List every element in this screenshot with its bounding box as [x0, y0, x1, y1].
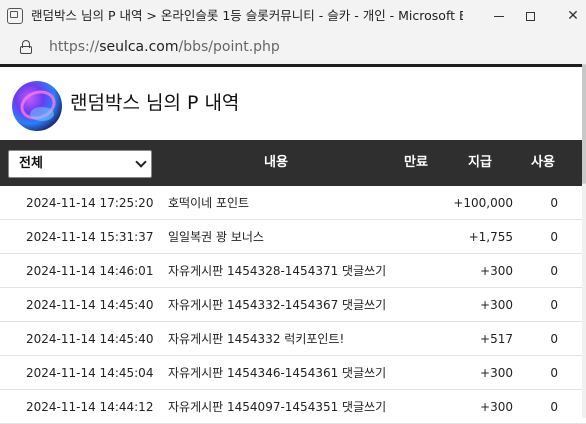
- window-titlebar: 랜덤박스 님의 P 내역 > 온라인슬롯 1등 슬롯커뮤니티 - 슬카 - 개인…: [0, 0, 586, 32]
- maximize-icon: [525, 11, 535, 21]
- lock-icon[interactable]: [20, 40, 32, 54]
- column-header-content: 내용: [264, 155, 288, 170]
- table-row: 2024-11-14 14:44:12 자유게시판 1454097-145435…: [0, 390, 586, 424]
- row-used: 0: [550, 196, 558, 210]
- row-paid: +300: [480, 264, 513, 278]
- row-description: 자유게시판 1454328-1454371 댓글쓰기: [168, 264, 387, 278]
- table-row: 2024-11-14 17:25:20 호떡이네 포인트 +100,000 0: [0, 186, 586, 220]
- row-used: 0: [550, 298, 558, 312]
- maximize-button[interactable]: [507, 0, 553, 32]
- column-header-paid: 지급: [468, 155, 492, 170]
- row-date: 2024-11-14 14:44:12: [26, 400, 154, 414]
- url-host: seulca.com: [99, 39, 179, 55]
- row-used: 0: [550, 400, 558, 414]
- table-row: 2024-11-14 14:46:01 자유게시판 1454328-145437…: [0, 254, 586, 288]
- app-icon: [7, 8, 23, 24]
- row-description: 자유게시판 1454346-1454361 댓글쓰기: [168, 366, 387, 380]
- page-content: 랜덤박스 님의 P 내역 전체 내용 만료 지급 사용 2024-11-14 1…: [0, 64, 586, 424]
- row-used: 0: [550, 332, 558, 346]
- row-date: 2024-11-14 14:46:01: [26, 264, 154, 278]
- row-used: 0: [550, 230, 558, 244]
- row-paid: +300: [480, 400, 513, 414]
- row-used: 0: [550, 366, 558, 380]
- close-button[interactable]: ✕: [550, 0, 586, 32]
- scrollbar-thumb[interactable]: [582, 64, 586, 184]
- row-date: 2024-11-14 17:25:20: [26, 196, 154, 210]
- page-title: 랜덤박스 님의 P 내역: [70, 92, 240, 114]
- url-scheme: https://: [49, 39, 100, 55]
- row-paid: +100,000: [453, 196, 513, 210]
- row-description: 자유게시판 1454332-1454367 댓글쓰기: [168, 298, 387, 312]
- table-row: 2024-11-14 15:31:37 일일복권 꽝 보너스 +1,755 0: [0, 220, 586, 254]
- row-paid: +300: [480, 298, 513, 312]
- column-header-expire: 만료: [404, 155, 428, 170]
- row-description: 자유게시판 1454332 럭키포인트!: [168, 332, 345, 346]
- table-header: 전체 내용 만료 지급 사용: [0, 140, 586, 186]
- row-used: 0: [550, 264, 558, 278]
- filter-select-value: 전체: [19, 156, 43, 171]
- row-date: 2024-11-14 14:45:04: [26, 366, 154, 380]
- row-description: 일일복권 꽝 보너스: [168, 230, 264, 244]
- table-row: 2024-11-14 14:45:40 자유게시판 1454332-145436…: [0, 288, 586, 322]
- table-row: 2024-11-14 14:45:04 자유게시판 1454346-145436…: [0, 356, 586, 390]
- url-path: /bbs/point.php: [178, 39, 280, 55]
- minimize-icon: [494, 15, 504, 17]
- chevron-down-icon: [135, 156, 147, 168]
- url-text[interactable]: https://seulca.com/bbs/point.php: [49, 38, 280, 56]
- row-date: 2024-11-14 14:45:40: [26, 298, 154, 312]
- point-header: 랜덤박스 님의 P 내역: [0, 67, 586, 140]
- row-date: 2024-11-14 14:45:40: [26, 332, 154, 346]
- window-title: 랜덤박스 님의 P 내역 > 온라인슬롯 1등 슬롯커뮤니티 - 슬카 - 개인…: [31, 8, 463, 23]
- row-description: 호떡이네 포인트: [168, 196, 250, 210]
- filter-select[interactable]: 전체: [8, 150, 152, 178]
- avatar: [12, 81, 62, 131]
- row-paid: +300: [480, 366, 513, 380]
- close-icon: ✕: [567, 8, 579, 24]
- row-paid: +517: [480, 332, 513, 346]
- row-paid: +1,755: [468, 230, 513, 244]
- row-description: 자유게시판 1454097-1454351 댓글쓰기: [168, 400, 387, 414]
- column-header-used: 사용: [531, 155, 555, 170]
- row-date: 2024-11-14 15:31:37: [26, 230, 154, 244]
- table-row: 2024-11-14 14:45:40 자유게시판 1454332 럭키포인트!…: [0, 322, 586, 356]
